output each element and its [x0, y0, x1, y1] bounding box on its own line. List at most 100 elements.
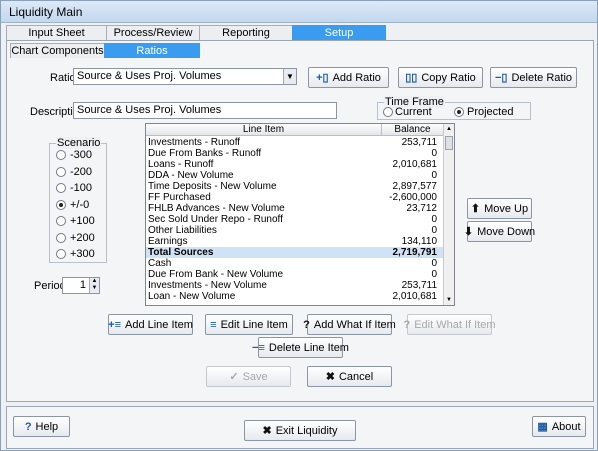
balance-cell: 23,712	[406, 203, 437, 214]
balance-cell: 0	[431, 148, 437, 159]
delete-line-item-label: Delete Line Item	[268, 341, 349, 354]
table-row[interactable]: FF Purchased -2,600,000	[146, 192, 444, 203]
line-item-cell: Cash	[148, 258, 172, 269]
description-field[interactable]: Source & Uses Proj. Volumes	[73, 102, 337, 119]
scenario-radio-plus100[interactable]	[56, 216, 66, 226]
tab-ratios[interactable]: Ratios	[104, 43, 200, 58]
description-value: Source & Uses Proj. Volumes	[77, 104, 222, 116]
table-row[interactable]: Earnings 134,110	[146, 236, 444, 247]
exit-liquidity-button[interactable]: ✖ Exit Liquidity	[244, 420, 356, 441]
balance-cell: 253,711	[401, 280, 437, 291]
close-icon: ✖	[325, 371, 335, 383]
table-row[interactable]: Investments - New Volume 253,711	[146, 280, 444, 291]
tab-reporting[interactable]: Reporting	[199, 25, 293, 41]
ratio-select[interactable]: Source & Uses Proj. Volumes ▼	[73, 68, 297, 85]
table-row[interactable]: Investments - Runoff 253,711	[146, 137, 444, 148]
table-row[interactable]: Due From Bank - New Volume 0	[146, 269, 444, 280]
cancel-button[interactable]: ✖ Cancel	[307, 366, 392, 387]
question-icon: ?	[303, 318, 310, 331]
scroll-down-icon[interactable]: ▼	[444, 295, 454, 305]
tab-process-review[interactable]: Process/Review	[106, 25, 200, 41]
close-icon: ✖	[262, 425, 272, 437]
spinner-arrows-icon[interactable]: ▲ ▼	[89, 278, 99, 293]
scenario-radio-plus200[interactable]	[56, 233, 66, 243]
ratio-label: Ratio	[50, 72, 76, 84]
balance-cell: 0	[431, 225, 437, 236]
about-label: About	[551, 420, 581, 433]
tab-setup[interactable]: Setup	[292, 25, 386, 41]
delete-icon: −▯	[494, 72, 508, 84]
column-header-balance[interactable]: Balance	[382, 124, 444, 136]
column-header-line-item[interactable]: Line Item	[146, 124, 382, 136]
scenario-option-label: +300	[70, 248, 95, 260]
line-item-cell: Total Sources	[148, 247, 214, 258]
add-ratio-button[interactable]: +▯ Add Ratio	[308, 67, 389, 88]
balance-cell: 0	[431, 269, 437, 280]
move-up-button[interactable]: ⬆ Move Up	[467, 198, 532, 219]
edit-line-item-button[interactable]: ≡ Edit Line Item	[205, 314, 293, 335]
table-row[interactable]: Sec Sold Under Repo - Runoff 0	[146, 214, 444, 225]
grid-scrollbar[interactable]: ▲ ▼	[443, 124, 454, 305]
line-item-cell: Earnings	[148, 236, 188, 247]
scenario-radio-zero[interactable]	[56, 200, 66, 210]
scenario-radio-plus300[interactable]	[56, 249, 66, 259]
delete-ratio-label: Delete Ratio	[511, 71, 573, 84]
line-item-cell: Due From Banks - Runoff	[148, 148, 262, 159]
add-what-if-item-button[interactable]: ? Add What If Item	[303, 314, 396, 335]
table-row[interactable]: Loans - Runoff 2,010,681	[146, 159, 444, 170]
table-row[interactable]: Loan - New Volume 2,010,681	[146, 291, 444, 302]
copy-ratio-button[interactable]: ▯▯ Copy Ratio	[398, 67, 483, 88]
edit-icon: ≡	[210, 318, 217, 331]
time-frame-current-radio[interactable]	[383, 107, 393, 117]
about-button[interactable]: ▦ About	[532, 416, 586, 437]
main-tab-bar: Input Sheet Process/Review Reporting Set…	[6, 25, 594, 41]
tab-input-sheet[interactable]: Input Sheet	[6, 25, 107, 41]
table-row[interactable]: Total Sources 2,719,791	[146, 247, 444, 258]
scenario-option-label: +/-0	[70, 199, 90, 211]
table-row[interactable]: Cash 0	[146, 258, 444, 269]
edit-line-item-label: Edit Line Item	[220, 318, 288, 331]
delete-ratio-button[interactable]: −▯ Delete Ratio	[490, 67, 577, 88]
question-icon: ?	[403, 318, 411, 331]
scenario-radio-minus300[interactable]	[56, 150, 66, 160]
scenario-radio-minus100[interactable]	[56, 183, 66, 193]
save-label: Save	[242, 370, 268, 383]
scenario-radio-minus200[interactable]	[56, 167, 66, 177]
table-row[interactable]: FHLB Advances - New Volume 23,712	[146, 203, 444, 214]
move-down-button[interactable]: ⬇ Move Down	[463, 221, 535, 242]
cancel-label: Cancel	[338, 370, 374, 383]
arrow-down-icon: ⬇	[463, 226, 474, 238]
move-up-label: Move Up	[484, 202, 529, 215]
edit-what-if-label: Edit What If Item	[414, 318, 496, 331]
line-item-cell: FF Purchased	[148, 192, 211, 203]
balance-cell: 0	[431, 258, 437, 269]
line-item-cell: Due From Bank - New Volume	[148, 269, 284, 280]
help-label: Help	[35, 420, 59, 433]
delete-line-item-button[interactable]: −≡ Delete Line Item	[252, 337, 349, 358]
edit-what-if-item-button[interactable]: ? Edit What If Item	[403, 314, 496, 335]
period-stepper[interactable]: 1 ▲ ▼	[62, 277, 100, 294]
line-item-cell: Loans - Runoff	[148, 159, 214, 170]
line-item-grid[interactable]: Line Item Balance Investments - Runoff 25…	[145, 123, 455, 306]
line-item-cell: DDA - New Volume	[148, 170, 234, 181]
chevron-down-icon[interactable]: ▼	[283, 69, 296, 84]
line-item-cell: Investments - New Volume	[148, 280, 267, 291]
add-line-item-button[interactable]: +≡ Add Line Item	[108, 314, 193, 335]
table-row[interactable]: Due From Banks - Runoff 0	[146, 148, 444, 159]
table-row[interactable]: Time Deposits - New Volume 2,897,577	[146, 181, 444, 192]
scenario-label: Scenario	[56, 137, 102, 149]
save-button[interactable]: ✓ Save	[206, 366, 291, 387]
table-row[interactable]: Other Liabilities 0	[146, 225, 444, 236]
time-frame-projected-radio[interactable]	[454, 107, 464, 117]
scroll-thumb[interactable]	[445, 136, 453, 150]
scroll-up-icon[interactable]: ▲	[444, 124, 454, 134]
table-row[interactable]: DDA - New Volume 0	[146, 170, 444, 181]
scenario-group: Scenario -300 -200 -100 +/-0 +100 +200 +…	[49, 137, 107, 263]
title-bar: Liquidity Main	[1, 1, 597, 23]
scenario-option-label: +100	[70, 215, 95, 227]
window-title: Liquidity Main	[9, 5, 83, 19]
help-button[interactable]: ? Help	[13, 416, 70, 437]
balance-cell: 2,010,681	[392, 291, 438, 302]
time-frame-current-label: Current	[395, 106, 432, 118]
tab-chart-components[interactable]: Chart Components	[10, 43, 105, 58]
